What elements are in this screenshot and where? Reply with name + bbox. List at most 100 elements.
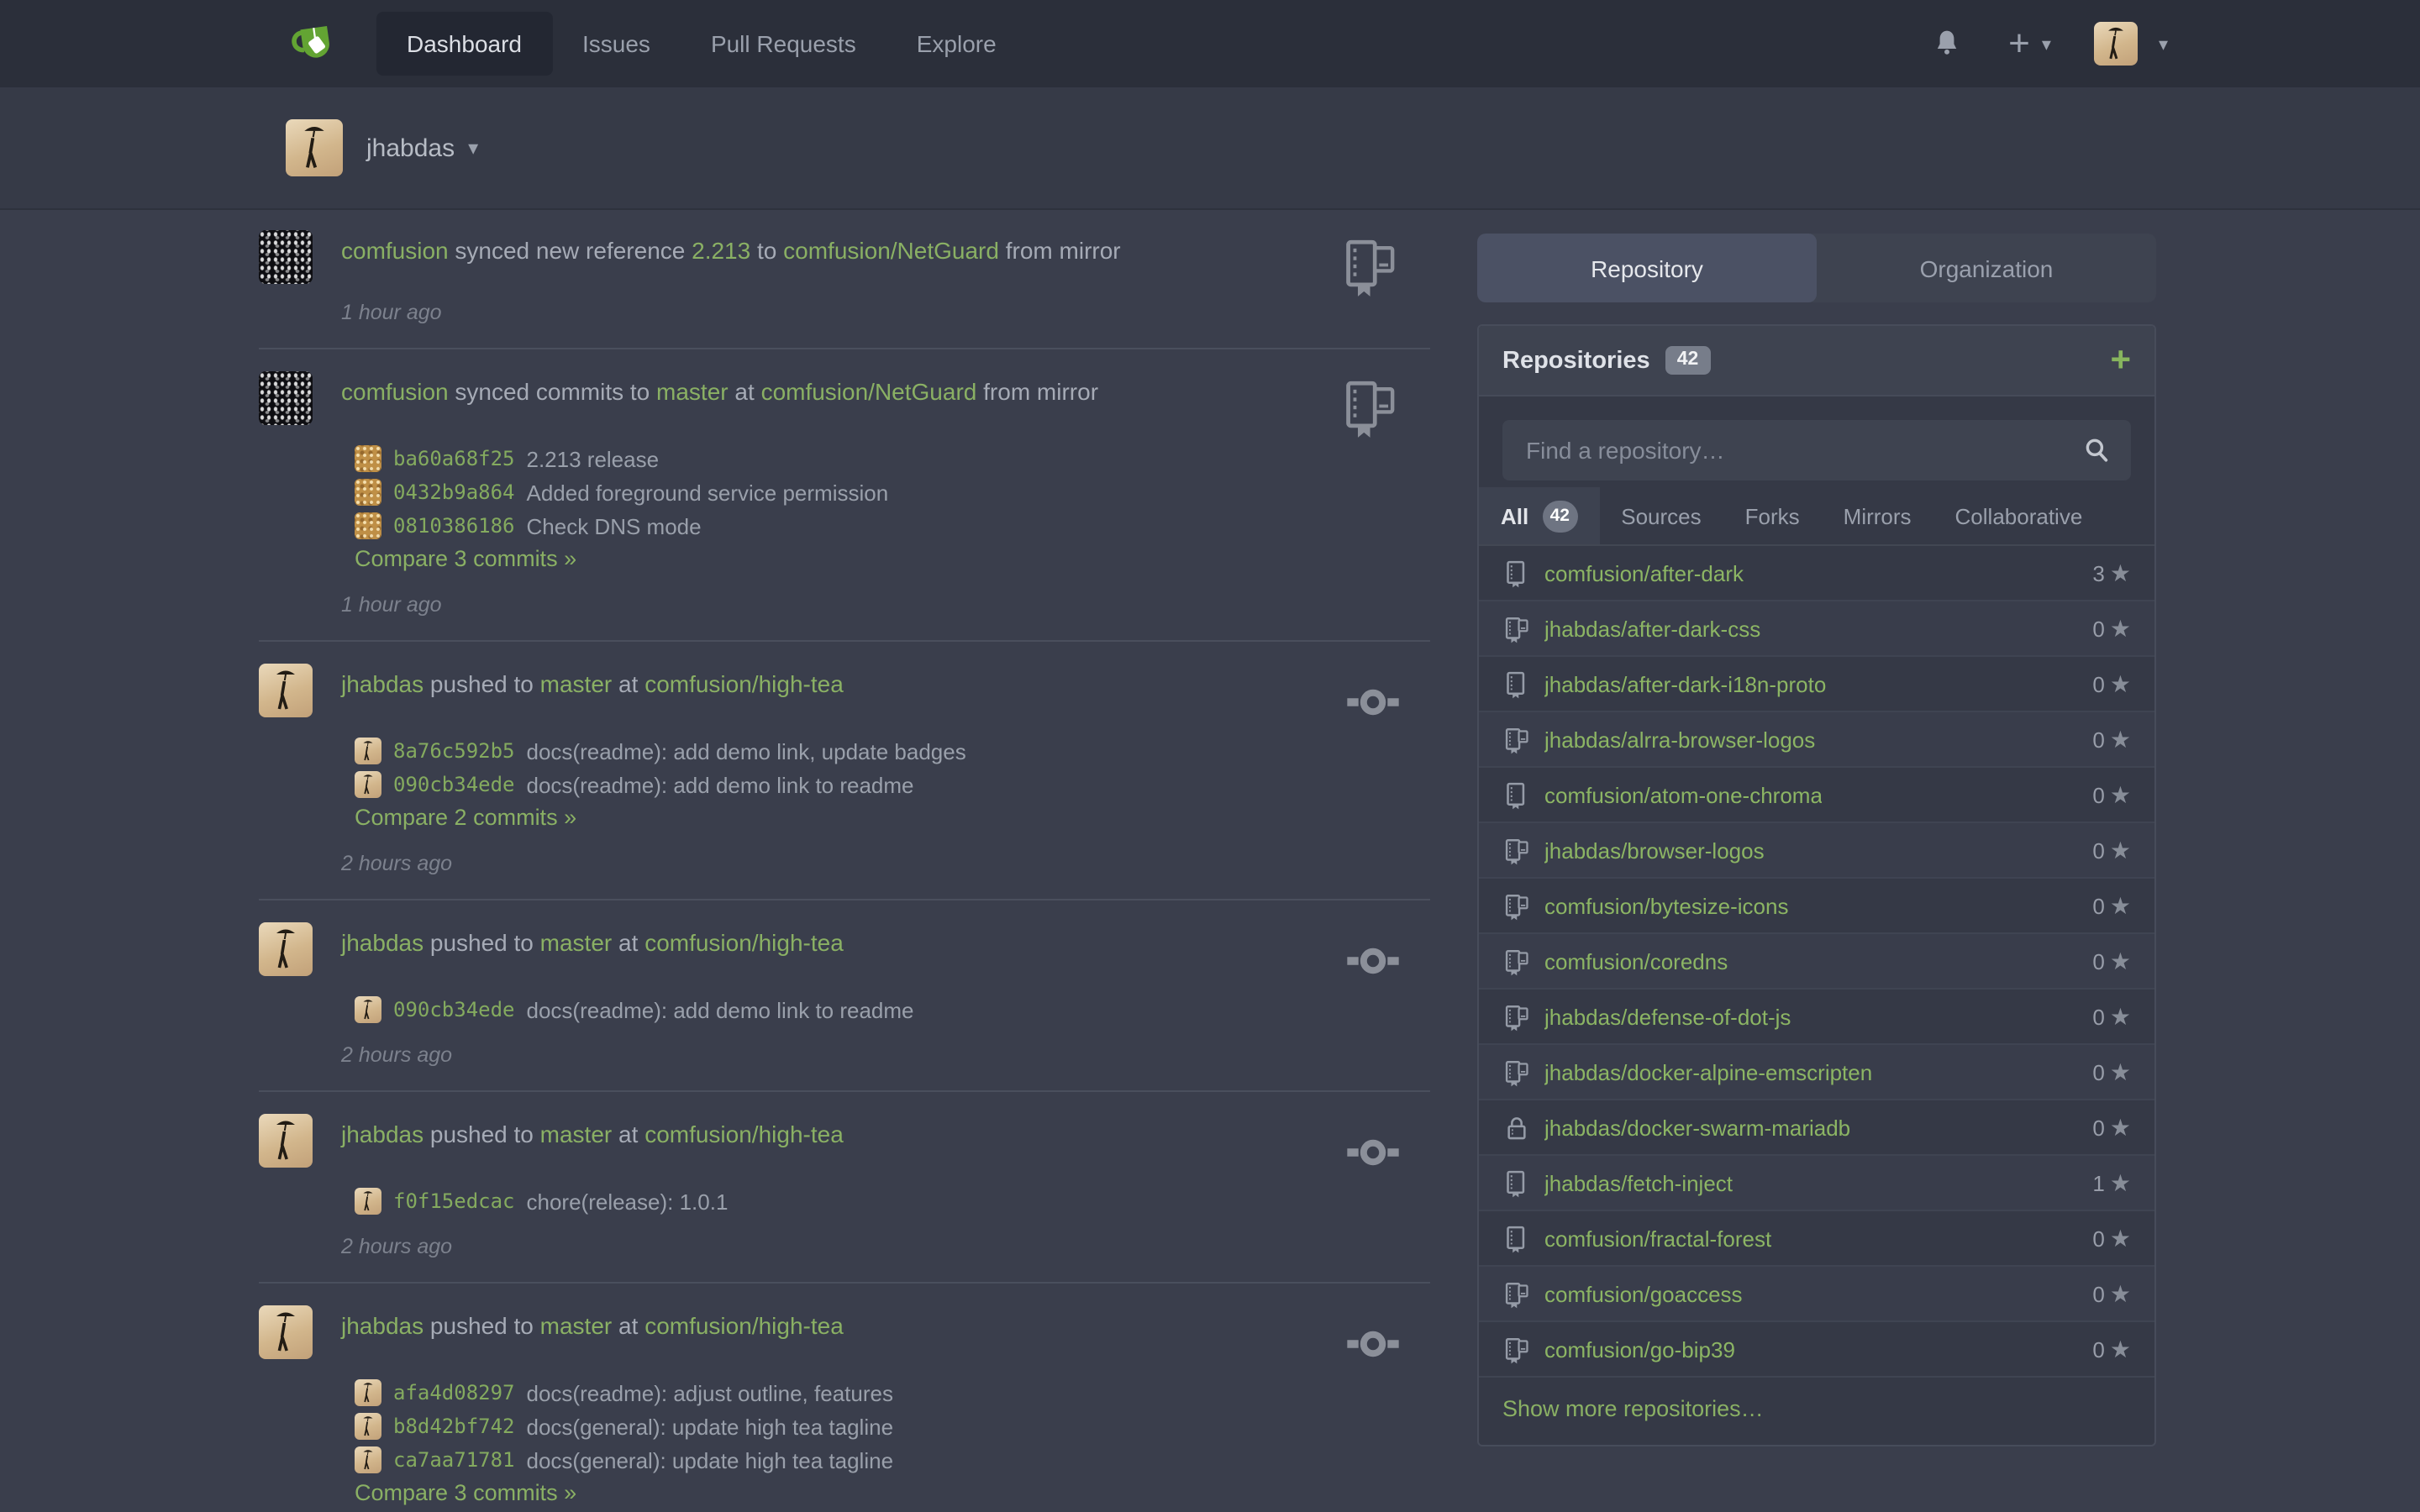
- repo-link[interactable]: jhabdas/browser-logos: [1544, 837, 1765, 863]
- dashboard-sidebar: Repository Organization Repositories 42 …: [1477, 208, 2156, 1446]
- star-count: 0: [2092, 671, 2104, 696]
- actor-avatar[interactable]: [259, 1305, 313, 1359]
- user-menu[interactable]: ▾: [2095, 22, 2168, 66]
- search-icon[interactable]: [2082, 435, 2111, 464]
- commit-sha[interactable]: f0f15edcac: [393, 1189, 515, 1213]
- repositories-title: Repositories: [1502, 347, 1650, 374]
- repo-list-item: comfusion/after-dark 3 ★: [1479, 546, 2154, 601]
- sidebar-tab[interactable]: Repository: [1477, 234, 1817, 302]
- umbrella-figure: [259, 922, 313, 976]
- repo-link[interactable]: comfusion/after-dark: [1544, 560, 1744, 585]
- feed-timestamp: 1 hour ago: [341, 590, 1430, 620]
- feed-link[interactable]: jhabdas: [341, 670, 424, 697]
- umbrella-figure: [286, 119, 343, 176]
- compare-link[interactable]: Compare 3 commits »: [355, 1477, 1430, 1510]
- feed-link[interactable]: comfusion/high-tea: [644, 1121, 844, 1147]
- actor-avatar[interactable]: [259, 1114, 313, 1168]
- commit-message: docs(readme): adjust outline, features: [527, 1380, 893, 1405]
- user-avatar[interactable]: [2095, 22, 2139, 66]
- repo-link[interactable]: comfusion/bytesize-icons: [1544, 893, 1788, 918]
- chevron-down-icon[interactable]: ▾: [468, 136, 478, 160]
- repositories-panel: Repositories 42 + All 42 Sources Forks M…: [1477, 324, 2156, 1446]
- commit-row: ba60a68f25 2.213 release: [355, 442, 1430, 475]
- feed-link[interactable]: master: [540, 929, 613, 956]
- repo-link[interactable]: comfusion/go-bip39: [1544, 1336, 1735, 1362]
- repo-link[interactable]: comfusion/goaccess: [1544, 1281, 1743, 1306]
- nav-item[interactable]: Explore: [886, 12, 1027, 76]
- repo-list-item: comfusion/atom-one-chroma 0 ★: [1479, 768, 2154, 823]
- feed-link[interactable]: master: [656, 378, 729, 405]
- repo-filter[interactable]: Mirrors: [1822, 487, 1933, 544]
- feed-link[interactable]: 2.213: [692, 237, 750, 264]
- repo-link[interactable]: jhabdas/after-dark-css: [1544, 616, 1760, 641]
- add-repository-button[interactable]: +: [2110, 343, 2131, 378]
- feed-link[interactable]: comfusion/NetGuard: [761, 378, 977, 405]
- commit-avatar: [355, 771, 381, 798]
- repo-link[interactable]: jhabdas/docker-alpine-emscripten: [1544, 1059, 1872, 1084]
- star-count: 0: [2092, 1336, 2104, 1362]
- actor-avatar[interactable]: [259, 922, 313, 976]
- repo-link[interactable]: comfusion/atom-one-chroma: [1544, 782, 1823, 807]
- compare-link[interactable]: Compare 2 commits »: [355, 801, 1430, 835]
- repo-link[interactable]: jhabdas/defense-of-dot-js: [1544, 1004, 1791, 1029]
- repo-filter[interactable]: All 42: [1479, 487, 1599, 544]
- commit-sha[interactable]: afa4d08297: [393, 1381, 515, 1404]
- nav-item[interactable]: Issues: [552, 12, 681, 76]
- feed-link[interactable]: comfusion/high-tea: [644, 929, 844, 956]
- commit-avatar: [355, 738, 381, 764]
- repo-link[interactable]: comfusion/fractal-forest: [1544, 1226, 1771, 1251]
- star-count: 1: [2092, 1170, 2104, 1195]
- feed-item: jhabdas pushed to master at comfusion/hi…: [259, 1092, 1430, 1284]
- actor-avatar[interactable]: [259, 371, 313, 425]
- feed-link[interactable]: master: [540, 1312, 613, 1339]
- repo-link[interactable]: jhabdas/fetch-inject: [1544, 1170, 1733, 1195]
- repo-list-item: jhabdas/browser-logos 0 ★: [1479, 823, 2154, 879]
- commit-sha[interactable]: b8d42bf742: [393, 1415, 515, 1438]
- commit-sha[interactable]: ba60a68f25: [393, 447, 515, 470]
- repo-link[interactable]: jhabdas/alrra-browser-logos: [1544, 727, 1815, 752]
- feed-timestamp: 2 hours ago: [341, 1040, 1430, 1070]
- commit-message: docs(readme): add demo link to readme: [527, 772, 914, 797]
- repo-icon: [1502, 559, 1531, 587]
- repo-search-input[interactable]: [1502, 420, 2131, 480]
- commit-sha[interactable]: ca7aa71781: [393, 1448, 515, 1472]
- feed-title: comfusion synced commits to master at co…: [341, 371, 1098, 408]
- commit-sha[interactable]: 090cb34ede: [393, 998, 515, 1021]
- nav-item[interactable]: Pull Requests: [681, 12, 886, 76]
- repo-filter[interactable]: Sources: [1599, 487, 1723, 544]
- feed-link[interactable]: comfusion/high-tea: [644, 670, 844, 697]
- actor-avatar[interactable]: [259, 664, 313, 717]
- show-more-repositories-link[interactable]: Show more repositories…: [1479, 1378, 2154, 1440]
- star-count: 0: [2092, 1281, 2104, 1306]
- feed-link[interactable]: comfusion: [341, 237, 449, 264]
- repo-link[interactable]: jhabdas/docker-swarm-mariadb: [1544, 1115, 1850, 1140]
- feed-link[interactable]: jhabdas: [341, 1312, 424, 1339]
- feed-link[interactable]: jhabdas: [341, 929, 424, 956]
- repo-link[interactable]: jhabdas/after-dark-i18n-proto: [1544, 671, 1826, 696]
- commit-sha[interactable]: 090cb34ede: [393, 773, 515, 796]
- repo-link[interactable]: comfusion/coredns: [1544, 948, 1728, 974]
- context-username[interactable]: jhabdas: [366, 134, 455, 162]
- compare-link[interactable]: Compare 3 commits »: [355, 543, 1430, 576]
- feed-link[interactable]: comfusion/NetGuard: [783, 237, 999, 264]
- commit-avatar: [355, 1379, 381, 1406]
- feed-link[interactable]: comfusion/high-tea: [644, 1312, 844, 1339]
- create-new-button[interactable]: + ▾: [2008, 25, 2051, 62]
- feed-link[interactable]: master: [540, 670, 613, 697]
- sidebar-tab[interactable]: Organization: [1817, 234, 2156, 302]
- actor-avatar[interactable]: [259, 230, 313, 284]
- notifications-bell-icon[interactable]: [1929, 25, 1965, 62]
- feed-link[interactable]: comfusion: [341, 378, 449, 405]
- gitea-logo-icon[interactable]: [289, 18, 339, 69]
- nav-item[interactable]: Dashboard: [376, 12, 552, 76]
- repo-icon: [1502, 669, 1531, 698]
- context-user-avatar[interactable]: [286, 119, 343, 176]
- feed-link[interactable]: master: [540, 1121, 613, 1147]
- commit-sha[interactable]: 0810386186: [393, 514, 515, 538]
- mirror-repo-icon: [1502, 891, 1531, 920]
- repo-filter[interactable]: Collaborative: [1933, 487, 2105, 544]
- repo-filter[interactable]: Forks: [1723, 487, 1822, 544]
- commit-sha[interactable]: 0432b9a864: [393, 480, 515, 504]
- feed-link[interactable]: jhabdas: [341, 1121, 424, 1147]
- commit-sha[interactable]: 8a76c592b5: [393, 739, 515, 763]
